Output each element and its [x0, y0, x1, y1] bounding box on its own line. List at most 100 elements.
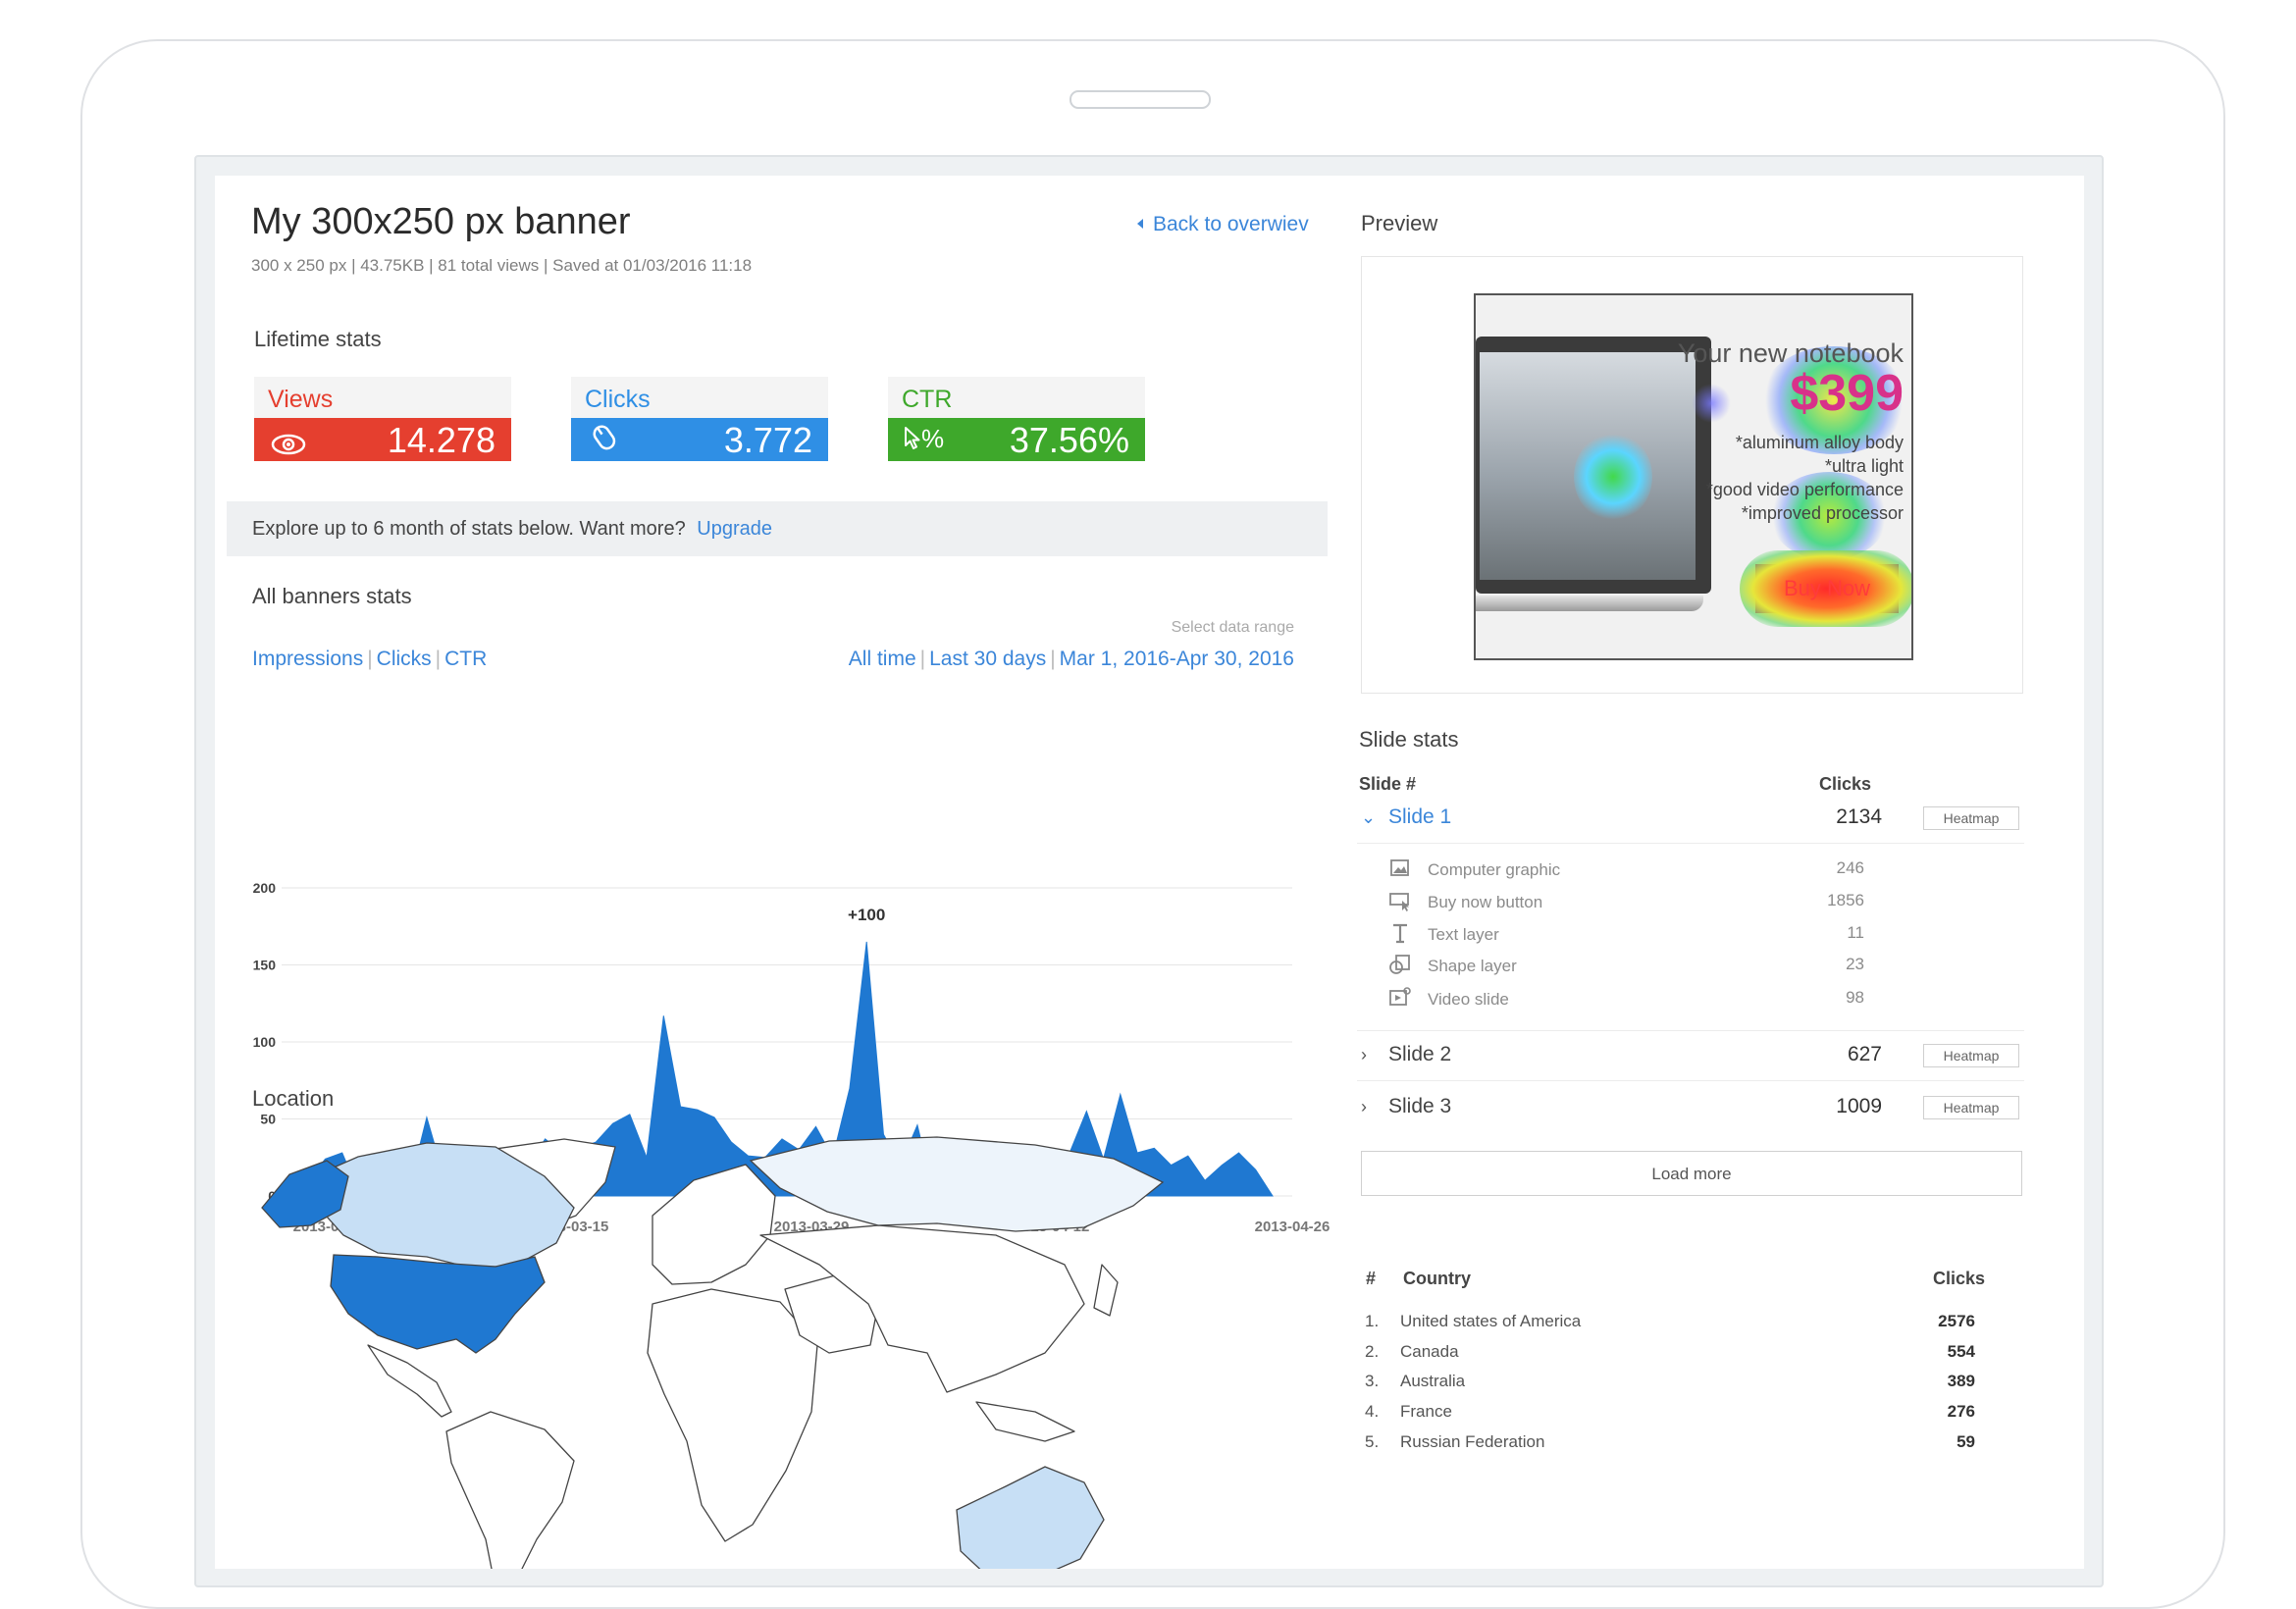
slide-name[interactable]: Slide 1	[1388, 805, 1451, 829]
cursor-percent-icon: %	[904, 424, 944, 454]
clicks-value: 3.772	[723, 420, 812, 460]
y-tick-label: 200	[253, 880, 277, 896]
country-row: 1. United states of America 2576	[1365, 1312, 1993, 1341]
video-icon	[1389, 987, 1411, 1006]
layer-row: Buy now button 1856	[1388, 889, 1977, 920]
range-all-time[interactable]: All time	[849, 648, 916, 670]
country-clicks: 554	[1947, 1342, 1975, 1361]
page-title: My 300x250 px banner	[251, 201, 631, 242]
preview-heading: Preview	[1361, 211, 1438, 235]
map-se-asia	[975, 1401, 1075, 1442]
banner-button-label: Buy Now	[1783, 576, 1871, 600]
tab-clicks[interactable]: Clicks	[377, 648, 432, 670]
layer-name: Buy now button	[1428, 893, 1543, 911]
map-australia	[956, 1466, 1105, 1569]
map-south-america	[445, 1411, 575, 1569]
chevron-right-icon[interactable]: ›	[1361, 1045, 1367, 1065]
country-row: 2. Canada 554	[1365, 1342, 1993, 1372]
mouse-icon	[587, 422, 622, 464]
range-custom[interactable]: Mar 1, 2016-Apr 30, 2016	[1060, 648, 1294, 670]
ctr-value-bar: % 37.56%	[888, 418, 1145, 461]
upgrade-text: Explore up to 6 month of stats below. Wa…	[252, 518, 686, 540]
slide-row-2[interactable]: › Slide 2 627 Heatmap	[1357, 1030, 2024, 1081]
slide-row-1[interactable]: ⌄ Slide 1 2134 Heatmap	[1357, 794, 2024, 844]
col-country-header: Country	[1403, 1269, 1471, 1288]
clicks-value-bar: 3.772	[571, 418, 828, 461]
back-link-label: Back to overwiev	[1153, 213, 1309, 235]
country-index: 1.	[1365, 1312, 1380, 1330]
layer-clicks: 23	[1846, 955, 1864, 973]
slide-clicks: 627	[1847, 1043, 1882, 1065]
tablet-speaker	[1070, 90, 1211, 109]
banner-feature: *aluminum alloy body	[1735, 433, 1904, 452]
country-index: 5.	[1365, 1432, 1380, 1451]
slide-row-3[interactable]: › Slide 3 1009 Heatmap	[1357, 1083, 2024, 1132]
world-map	[261, 1136, 1165, 1569]
chevron-left-icon	[1137, 219, 1143, 229]
tab-impressions[interactable]: Impressions	[252, 648, 363, 670]
range-last-30-days[interactable]: Last 30 days	[929, 648, 1046, 670]
col-slide-header: Slide #	[1359, 774, 1417, 794]
metric-tabs: Impressions | Clicks | CTR	[252, 648, 487, 671]
country-name: Australia	[1400, 1372, 1466, 1390]
ctr-value: 37.56%	[1009, 420, 1129, 460]
map-africa	[647, 1288, 818, 1542]
country-clicks: 59	[1957, 1432, 1975, 1451]
banner-feature: *improved processor	[1741, 503, 1904, 523]
slide-clicks: 1009	[1836, 1095, 1882, 1117]
range-divider: |	[919, 648, 926, 670]
map-usa	[330, 1254, 546, 1354]
layer-clicks: 98	[1846, 988, 1864, 1007]
banner-feature: *good video performance	[1705, 480, 1904, 499]
heatmap-button[interactable]: Heatmap	[1923, 1044, 2019, 1067]
slide-name[interactable]: Slide 2	[1388, 1043, 1451, 1066]
upgrade-link[interactable]: Upgrade	[697, 518, 772, 540]
layer-row: Text layer 11	[1388, 921, 1977, 953]
text-icon	[1393, 923, 1407, 944]
country-name: Russian Federation	[1400, 1432, 1545, 1451]
range-tabs: All time | Last 30 days | Mar 1, 2016-Apr 30…	[833, 648, 1294, 671]
load-more-button[interactable]: Load more	[1361, 1151, 2022, 1196]
slide-name[interactable]: Slide 3	[1388, 1095, 1451, 1118]
heatmap-button[interactable]: Heatmap	[1923, 1096, 2019, 1119]
tab-divider: |	[435, 648, 442, 670]
peak-annotation: +100	[848, 906, 885, 924]
banner-meta: 300 x 250 px | 43.75KB | 81 total views …	[251, 256, 753, 275]
range-divider: |	[1050, 648, 1056, 670]
banner-feature: *ultra light	[1824, 456, 1904, 476]
upgrade-banner: Explore up to 6 month of stats below. Wa…	[227, 501, 1328, 556]
country-name: Canada	[1400, 1342, 1459, 1361]
map-russia	[749, 1136, 1165, 1232]
banner-buy-now-button[interactable]: Buy Now	[1740, 550, 1911, 627]
country-clicks: 276	[1947, 1402, 1975, 1421]
lifetime-stats-heading: Lifetime stats	[254, 327, 382, 351]
location-heading: Location	[252, 1086, 335, 1111]
layer-clicks: 246	[1836, 858, 1864, 877]
dashboard-screen: My 300x250 px banner 300 x 250 px | 43.7…	[215, 176, 2084, 1569]
ctr-stat-card: CTR % 37.56%	[888, 377, 1145, 463]
chevron-right-icon[interactable]: ›	[1361, 1097, 1367, 1117]
button-cursor-icon	[1389, 893, 1409, 911]
country-name: United states of America	[1400, 1312, 1582, 1330]
country-index: 2.	[1365, 1342, 1380, 1361]
views-label: Views	[254, 377, 511, 418]
shape-icon	[1389, 955, 1410, 974]
y-tick-label: 100	[253, 1034, 277, 1050]
country-row: 4. France 276	[1365, 1402, 1993, 1431]
country-index: 4.	[1365, 1402, 1380, 1421]
eye-icon	[270, 426, 307, 467]
tab-ctr[interactable]: CTR	[444, 648, 487, 670]
image-icon	[1390, 859, 1409, 876]
percent-glyph: %	[921, 424, 945, 453]
tab-divider: |	[367, 648, 373, 670]
all-banners-stats-heading: All banners stats	[252, 584, 412, 608]
heat-spot	[1692, 384, 1731, 423]
layer-clicks: 11	[1847, 923, 1864, 942]
back-to-overview-link[interactable]: Back to overwiev	[1137, 213, 1309, 236]
heatmap-button[interactable]: Heatmap	[1923, 806, 2019, 830]
chevron-down-icon[interactable]: ⌄	[1361, 807, 1376, 828]
layer-row: Shape layer 23	[1388, 953, 1977, 984]
views-value-bar: 14.278	[254, 418, 511, 461]
col-clicks-header: Clicks	[1819, 774, 1872, 794]
col-index-header: #	[1366, 1269, 1377, 1288]
